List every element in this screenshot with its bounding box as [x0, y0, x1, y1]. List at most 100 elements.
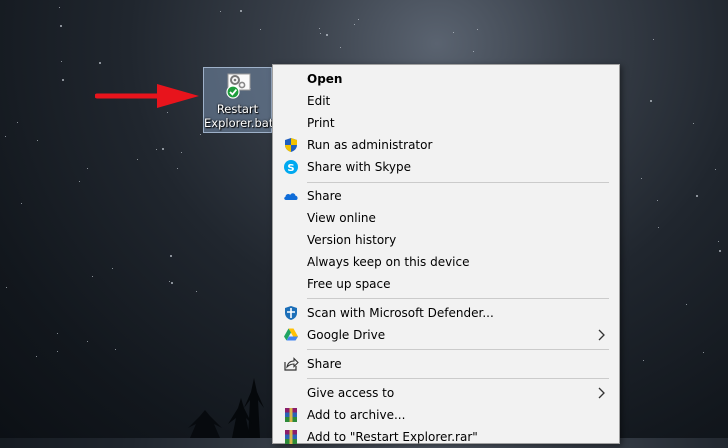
- star: [169, 281, 170, 282]
- svg-text:S: S: [287, 163, 294, 174]
- star: [196, 291, 197, 292]
- menu-item-open[interactable]: Open: [273, 68, 619, 90]
- onedrive-cloud-icon: [283, 188, 299, 204]
- menu-item-label: Share: [307, 357, 342, 371]
- star: [658, 227, 659, 228]
- menu-item-give-access-to[interactable]: Give access to: [273, 382, 619, 404]
- menu-item-label: Open: [307, 72, 343, 86]
- star: [473, 51, 474, 52]
- menu-item-free-up-space[interactable]: Free up space: [273, 273, 619, 295]
- star: [719, 250, 721, 252]
- star: [79, 181, 80, 182]
- star: [326, 34, 328, 36]
- star: [171, 282, 173, 284]
- star: [453, 32, 454, 33]
- star: [320, 33, 321, 34]
- star: [92, 276, 93, 277]
- menu-item-label: Google Drive: [307, 328, 386, 342]
- menu-item-label: Share with Skype: [307, 160, 411, 174]
- star: [170, 255, 172, 257]
- menu-item-edit[interactable]: Edit: [273, 90, 619, 112]
- star: [62, 79, 64, 81]
- menu-item-label: Version history: [307, 233, 397, 247]
- star: [240, 10, 242, 12]
- star: [162, 148, 164, 150]
- defender-icon: [283, 305, 299, 321]
- menu-item-label: Always keep on this device: [307, 255, 470, 269]
- star: [653, 39, 654, 40]
- star: [200, 134, 201, 135]
- winrar-icon: [283, 407, 299, 423]
- star: [358, 19, 359, 20]
- star: [641, 178, 642, 179]
- star: [21, 203, 22, 204]
- menu-separator: [307, 298, 609, 299]
- star: [340, 47, 341, 48]
- star: [112, 268, 113, 269]
- star: [703, 352, 704, 353]
- menu-item-label: Run as administrator: [307, 138, 433, 152]
- desktop-file-label-line2: Explorer.bat: [204, 116, 274, 130]
- menu-item-share[interactable]: Share: [273, 353, 619, 375]
- menu-item-onedrive-share[interactable]: Share: [273, 185, 619, 207]
- star: [61, 61, 62, 62]
- star: [57, 333, 58, 334]
- skype-icon: S: [283, 159, 299, 175]
- uac-shield-icon: [283, 137, 299, 153]
- star: [220, 11, 221, 12]
- winrar-icon: [283, 429, 299, 445]
- menu-item-label: Give access to: [307, 386, 395, 400]
- star: [156, 149, 157, 150]
- menu-item-always-keep-on-device[interactable]: Always keep on this device: [273, 251, 619, 273]
- star: [17, 122, 18, 123]
- star: [87, 341, 88, 342]
- star: [718, 241, 719, 242]
- menu-item-add-to-rar[interactable]: Add to "Restart Explorer.rar": [273, 426, 619, 448]
- menu-item-google-drive[interactable]: Google Drive: [273, 324, 619, 346]
- star: [99, 62, 101, 64]
- annotation-arrow-left: [95, 84, 199, 108]
- star: [693, 123, 694, 124]
- star: [643, 360, 644, 361]
- star: [696, 195, 698, 197]
- menu-item-label: Add to archive...: [307, 408, 406, 422]
- menu-separator: [307, 349, 609, 350]
- desktop-file-icon[interactable]: Restart Explorer.bat: [203, 67, 274, 133]
- star: [6, 287, 7, 288]
- menu-item-label: Print: [307, 116, 335, 130]
- star: [650, 100, 652, 102]
- menu-item-print[interactable]: Print: [273, 112, 619, 134]
- star: [686, 304, 687, 305]
- menu-item-scan-with-defender[interactable]: Scan with Microsoft Defender...: [273, 302, 619, 324]
- star: [57, 351, 58, 352]
- menu-item-version-history[interactable]: Version history: [273, 229, 619, 251]
- menu-item-share-with-skype[interactable]: S Share with Skype: [273, 156, 619, 178]
- menu-item-run-as-administrator[interactable]: Run as administrator: [273, 134, 619, 156]
- menu-item-view-online[interactable]: View online: [273, 207, 619, 229]
- star: [36, 356, 37, 357]
- star: [477, 29, 478, 30]
- star: [167, 112, 168, 113]
- menu-item-label: Edit: [307, 94, 331, 108]
- star: [137, 159, 138, 160]
- menu-item-label: Add to "Restart Explorer.rar": [307, 430, 478, 444]
- star: [37, 140, 38, 141]
- star: [657, 200, 658, 201]
- star: [177, 168, 178, 169]
- menu-separator: [307, 378, 609, 379]
- chevron-right-icon: [597, 328, 607, 342]
- star: [260, 29, 261, 30]
- menu-item-label: Scan with Microsoft Defender...: [307, 306, 494, 320]
- menu-item-label: Free up space: [307, 277, 391, 291]
- star: [60, 25, 62, 27]
- context-menu: Open Edit Print Run as administrator S S…: [272, 64, 620, 444]
- menu-item-label: Share: [307, 189, 342, 203]
- desktop-file-label-line1: Restart: [216, 102, 259, 116]
- share-icon: [283, 356, 299, 372]
- google-drive-icon: [283, 327, 299, 343]
- menu-item-add-to-archive[interactable]: Add to archive...: [273, 404, 619, 426]
- chevron-right-icon: [597, 386, 607, 400]
- star: [59, 7, 60, 8]
- star: [181, 152, 182, 153]
- star: [115, 349, 116, 350]
